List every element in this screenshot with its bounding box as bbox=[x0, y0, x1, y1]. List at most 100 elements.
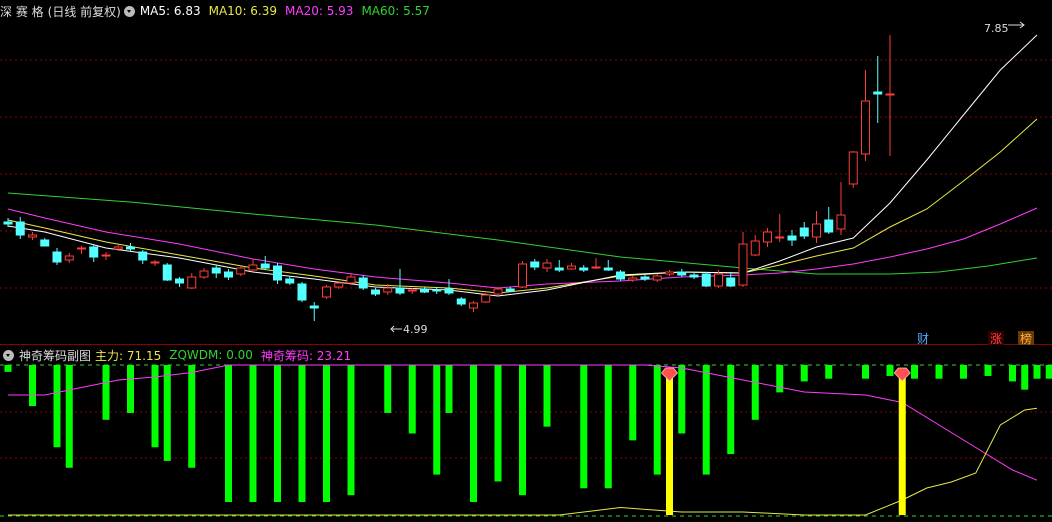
low-price-label: 4.99 bbox=[403, 323, 428, 336]
candle bbox=[885, 35, 895, 156]
candle bbox=[101, 252, 111, 260]
candle-body bbox=[334, 282, 344, 288]
candle bbox=[812, 211, 821, 243]
candle bbox=[505, 287, 515, 292]
hist-bar bbox=[323, 365, 330, 502]
candle-body bbox=[28, 234, 37, 238]
candle bbox=[89, 244, 99, 262]
candle bbox=[861, 70, 870, 161]
hist-bar bbox=[445, 365, 453, 413]
diamond-icon bbox=[660, 367, 679, 382]
candle-body bbox=[126, 246, 135, 250]
candle-body bbox=[530, 261, 540, 268]
candle-body bbox=[285, 278, 295, 284]
candle bbox=[52, 248, 62, 265]
hist-bar bbox=[29, 365, 36, 407]
candle-body bbox=[738, 243, 748, 286]
high-price-label: 7.85 bbox=[984, 22, 1009, 35]
candle-body bbox=[187, 276, 197, 289]
signal-marker[interactable] bbox=[660, 367, 679, 515]
candle-body bbox=[297, 283, 307, 301]
event-marker-zhang-text: 涨 bbox=[990, 331, 1002, 346]
event-marker-bang[interactable]: 榜 bbox=[1018, 331, 1034, 346]
event-marker-cai[interactable]: 财 bbox=[917, 332, 929, 346]
candle bbox=[665, 270, 674, 276]
candle-body bbox=[77, 247, 86, 250]
hist-bar bbox=[4, 365, 12, 372]
candle bbox=[3, 218, 13, 227]
candle bbox=[28, 232, 37, 240]
candle-body bbox=[40, 239, 50, 247]
candle bbox=[162, 263, 172, 281]
candle bbox=[150, 260, 160, 266]
candle-body bbox=[824, 219, 834, 233]
candle-body bbox=[15, 221, 25, 236]
candle-body bbox=[579, 267, 589, 271]
candle-body bbox=[322, 286, 331, 298]
hist-bar bbox=[1021, 365, 1029, 390]
candle-body bbox=[432, 289, 442, 292]
candle bbox=[530, 259, 540, 270]
hist-bar bbox=[580, 365, 588, 489]
candle bbox=[567, 263, 576, 270]
signal-bar bbox=[666, 373, 673, 515]
candle-body bbox=[567, 265, 576, 270]
event-marker-zhang[interactable]: 涨 bbox=[988, 331, 1004, 346]
candle-body bbox=[750, 240, 760, 256]
candle-body bbox=[407, 289, 417, 292]
candle-body bbox=[260, 263, 270, 269]
candle bbox=[689, 273, 699, 279]
candle-body bbox=[763, 231, 772, 243]
candle bbox=[236, 266, 246, 276]
candle bbox=[873, 56, 883, 123]
candle bbox=[456, 297, 466, 306]
candle-body bbox=[799, 227, 809, 237]
hist-bar bbox=[604, 365, 612, 489]
candle-body bbox=[444, 288, 454, 294]
hist-bar bbox=[519, 365, 526, 496]
signal-bar bbox=[898, 373, 906, 515]
candle bbox=[371, 288, 380, 296]
hist-bar bbox=[274, 365, 281, 502]
hist-bar bbox=[960, 365, 967, 379]
candle-body bbox=[224, 271, 233, 278]
candle-body bbox=[456, 298, 466, 305]
candle-body bbox=[591, 266, 601, 269]
hist-bar bbox=[1009, 365, 1016, 382]
high-arrow-icon bbox=[1008, 21, 1025, 29]
candle-body bbox=[236, 267, 246, 275]
candle bbox=[579, 265, 589, 272]
candle-body bbox=[873, 91, 883, 95]
hist-bar bbox=[347, 365, 355, 496]
hist-bar bbox=[249, 365, 257, 502]
candle bbox=[640, 275, 650, 281]
candle bbox=[40, 238, 50, 247]
candle bbox=[309, 302, 319, 321]
candle-body bbox=[64, 255, 74, 261]
signal-marker[interactable] bbox=[893, 367, 911, 515]
candle bbox=[738, 232, 748, 287]
candle bbox=[211, 265, 221, 278]
candle-body bbox=[726, 277, 736, 287]
hist-bar bbox=[384, 365, 392, 413]
candle bbox=[518, 261, 527, 288]
hist-bar bbox=[225, 365, 232, 502]
candle-body bbox=[861, 100, 870, 155]
candle bbox=[824, 207, 834, 234]
candle-body bbox=[505, 288, 515, 292]
candle-body bbox=[812, 223, 821, 238]
hist-bar bbox=[102, 365, 110, 420]
hist-bar bbox=[862, 365, 869, 379]
low-arrow-icon bbox=[390, 325, 402, 333]
candle bbox=[260, 256, 270, 270]
candle bbox=[652, 274, 662, 282]
hist-bar bbox=[629, 365, 637, 441]
hist-bar bbox=[433, 365, 441, 475]
chart-canvas[interactable]: 7.85 4.99 财 涨 榜 bbox=[0, 0, 1052, 522]
candle bbox=[616, 270, 625, 281]
candle-body bbox=[848, 151, 858, 185]
candle bbox=[677, 269, 687, 277]
hist-bar bbox=[127, 365, 134, 413]
candle bbox=[628, 276, 638, 282]
candle-body bbox=[150, 261, 160, 264]
